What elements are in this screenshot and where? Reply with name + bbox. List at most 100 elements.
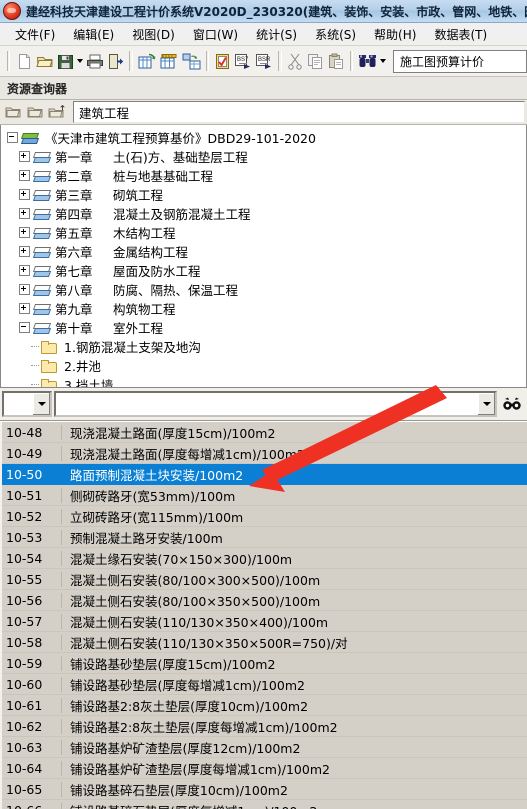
row-code: 10-56 bbox=[0, 592, 62, 608]
tree-expander-chapter-4[interactable] bbox=[19, 208, 30, 219]
chapter-label: 室外工程 bbox=[113, 321, 164, 336]
tree-expander-chapter-1[interactable] bbox=[19, 151, 30, 162]
table-row[interactable]: 10-64 铺设路基炉矿渣垫层(厚度每增减1cm)/100m2 bbox=[0, 758, 527, 779]
folder-back-icon[interactable] bbox=[3, 102, 23, 122]
tree-item-chapter-5[interactable]: 第五章 木结构工程 bbox=[7, 223, 526, 242]
chapter-number: 第七章 bbox=[55, 264, 93, 279]
search-field-combo[interactable] bbox=[2, 391, 52, 417]
search-input[interactable] bbox=[56, 393, 477, 415]
save-dropdown-arrow[interactable] bbox=[76, 49, 84, 73]
chapter-icon bbox=[33, 264, 51, 278]
table-row-selected[interactable]: 10-50 路面预制混凝土块安装/100m2 bbox=[0, 464, 527, 485]
tree-expander-chapter-7[interactable] bbox=[19, 265, 30, 276]
row-name: 混凝土缘石安装(70×150×300)/100m bbox=[70, 551, 293, 567]
tree-item-chapter-6[interactable]: 第六章 金属结构工程 bbox=[7, 242, 526, 261]
table-row[interactable]: 10-62 铺设路基2:8灰土垫层(厚度每增减1cm)/100m2 bbox=[0, 716, 527, 737]
menu-system[interactable]: 系统(S) bbox=[306, 24, 365, 45]
row-name: 铺设路基砂垫层(厚度每增减1cm)/100m2 bbox=[70, 677, 305, 693]
folder-up-icon[interactable] bbox=[47, 102, 67, 122]
table-row[interactable]: 10-66 铺设路基碎石垫层(厚度每增减1cm)/100m2 bbox=[0, 800, 527, 809]
chapter-icon bbox=[33, 207, 51, 221]
search-field-value[interactable] bbox=[4, 393, 32, 415]
tree-expander-chapter-10[interactable] bbox=[19, 322, 30, 333]
menu-statistics[interactable]: 统计(S) bbox=[247, 24, 306, 45]
table-row[interactable]: 10-60 铺设路基砂垫层(厚度每增减1cm)/100m2 bbox=[0, 674, 527, 695]
tree-expander-chapter-5[interactable] bbox=[19, 227, 30, 238]
print-icon[interactable] bbox=[85, 48, 105, 74]
import-excel-icon[interactable] bbox=[159, 48, 180, 74]
tree-section-1[interactable]: 1.钢筋混凝土支架及地沟 bbox=[7, 337, 526, 356]
table-row[interactable]: 10-65 铺设路基碎石垫层(厚度10cm)/100m2 bbox=[0, 779, 527, 800]
folder-forward-icon[interactable] bbox=[25, 102, 45, 122]
tree-item-chapter-9[interactable]: 第九章 构筑物工程 bbox=[7, 299, 526, 318]
chapter-label: 金属结构工程 bbox=[113, 245, 189, 260]
menu-datatable[interactable]: 数据表(T) bbox=[425, 24, 496, 45]
tree-item-chapter-10[interactable]: 第十章 室外工程 bbox=[7, 318, 526, 337]
exit-icon[interactable] bbox=[106, 48, 125, 74]
row-name: 预制混凝土路牙安装/100m bbox=[70, 530, 223, 546]
tree-connector bbox=[31, 383, 39, 386]
menu-edit[interactable]: 编辑(E) bbox=[64, 24, 123, 45]
table-row[interactable]: 10-63 铺设路基炉矿渣垫层(厚度12cm)/100m2 bbox=[0, 737, 527, 758]
export-excel-icon[interactable] bbox=[137, 48, 158, 74]
report-icon[interactable] bbox=[181, 48, 202, 74]
tree-item-chapter-1[interactable]: 第一章 土(石)方、基础垫层工程 bbox=[7, 147, 526, 166]
bsr-export-icon[interactable]: BSR bbox=[254, 48, 274, 74]
section-label: 3.挡土墙 bbox=[64, 378, 114, 388]
row-name: 混凝土侧石安装(110/130×350×400)/100m bbox=[70, 614, 329, 630]
path-toolbar: 建筑工程 bbox=[0, 100, 527, 125]
tree-item-chapter-4[interactable]: 第四章 混凝土及钢筋混凝土工程 bbox=[7, 204, 526, 223]
menu-view[interactable]: 视图(D) bbox=[123, 24, 184, 45]
table-row[interactable]: 10-61 铺设路基2:8灰土垫层(厚度10cm)/100m2 bbox=[0, 695, 527, 716]
menu-window[interactable]: 窗口(W) bbox=[184, 24, 247, 45]
paste-icon[interactable] bbox=[326, 48, 345, 74]
search-keyword-combo[interactable] bbox=[54, 391, 497, 417]
calc-mode-combo[interactable]: 施工图预算计价 bbox=[393, 49, 527, 73]
check-list-icon[interactable] bbox=[213, 48, 232, 74]
table-row[interactable]: 10-48 现浇混凝土路面(厚度15cm)/100m2 bbox=[0, 422, 527, 443]
table-row[interactable]: 10-51 侧砌砖路牙(宽53mm)/100m bbox=[0, 485, 527, 506]
binoculars-icon[interactable] bbox=[357, 48, 378, 74]
table-row[interactable]: 10-53 预制混凝土路牙安装/100m bbox=[0, 527, 527, 548]
path-input[interactable]: 建筑工程 bbox=[73, 101, 525, 123]
binoculars-dropdown-arrow[interactable] bbox=[379, 49, 387, 73]
open-folder-icon[interactable] bbox=[35, 48, 55, 74]
tree-item-chapter-2[interactable]: 第二章 桩与地基基础工程 bbox=[7, 166, 526, 185]
table-row[interactable]: 10-54 混凝土缘石安装(70×150×300)/100m bbox=[0, 548, 527, 569]
tree-expander-chapter-8[interactable] bbox=[19, 284, 30, 295]
copy-icon[interactable] bbox=[306, 48, 325, 74]
menu-help[interactable]: 帮助(H) bbox=[365, 24, 425, 45]
tree-item-chapter-7[interactable]: 第七章 屋面及防水工程 bbox=[7, 261, 526, 280]
tree-section-3[interactable]: 3.挡土墙 bbox=[7, 375, 526, 388]
tree-root-label: 《天津市建筑工程预算基价》DBD29-101-2020 bbox=[45, 131, 316, 146]
table-row[interactable]: 10-55 混凝土侧石安装(80/100×300×500)/100m bbox=[0, 569, 527, 590]
table-row[interactable]: 10-59 铺设路基砂垫层(厚度15cm)/100m2 bbox=[0, 653, 527, 674]
chevron-down-icon[interactable] bbox=[477, 393, 495, 415]
menu-file[interactable]: 文件(F) bbox=[6, 24, 64, 45]
table-row[interactable]: 10-52 立砌砖路牙(宽115mm)/100m bbox=[0, 506, 527, 527]
tree-item-chapter-8[interactable]: 第八章 防腐、隔热、保温工程 bbox=[7, 280, 526, 299]
table-row[interactable]: 10-58 混凝土侧石安装(110/130×350×500R=750)/对 bbox=[0, 632, 527, 653]
chapter-number: 第三章 bbox=[55, 188, 93, 203]
save-icon[interactable] bbox=[56, 48, 75, 74]
tree-expander-chapter-9[interactable] bbox=[19, 303, 30, 314]
tree-expander-chapter-2[interactable] bbox=[19, 170, 30, 181]
item-list[interactable]: 10-48 现浇混凝土路面(厚度15cm)/100m2 10-49 现浇混凝土路… bbox=[0, 421, 527, 809]
bs7-export-icon[interactable]: BS7 bbox=[233, 48, 253, 74]
tree-expander-root[interactable] bbox=[7, 132, 18, 143]
new-file-icon[interactable] bbox=[14, 48, 33, 74]
find-button[interactable] bbox=[499, 392, 525, 416]
tree-expander-chapter-6[interactable] bbox=[19, 246, 30, 257]
row-code: 10-63 bbox=[0, 739, 62, 755]
chevron-down-icon[interactable] bbox=[32, 393, 50, 415]
tree-expander-chapter-3[interactable] bbox=[19, 189, 30, 200]
search-bar bbox=[0, 388, 527, 421]
cut-icon[interactable] bbox=[286, 48, 305, 74]
tree-root-node[interactable]: 《天津市建筑工程预算基价》DBD29-101-2020 bbox=[7, 128, 526, 147]
table-row[interactable]: 10-49 现浇混凝土路面(厚度每增减1cm)/100m2 bbox=[0, 443, 527, 464]
tree-section-2[interactable]: 2.井池 bbox=[7, 356, 526, 375]
table-row[interactable]: 10-56 混凝土侧石安装(80/100×350×500)/100m bbox=[0, 590, 527, 611]
category-tree[interactable]: 《天津市建筑工程预算基价》DBD29-101-2020 第一章 土(石)方、基础… bbox=[0, 125, 527, 388]
table-row[interactable]: 10-57 混凝土侧石安装(110/130×350×400)/100m bbox=[0, 611, 527, 632]
tree-item-chapter-3[interactable]: 第三章 砌筑工程 bbox=[7, 185, 526, 204]
